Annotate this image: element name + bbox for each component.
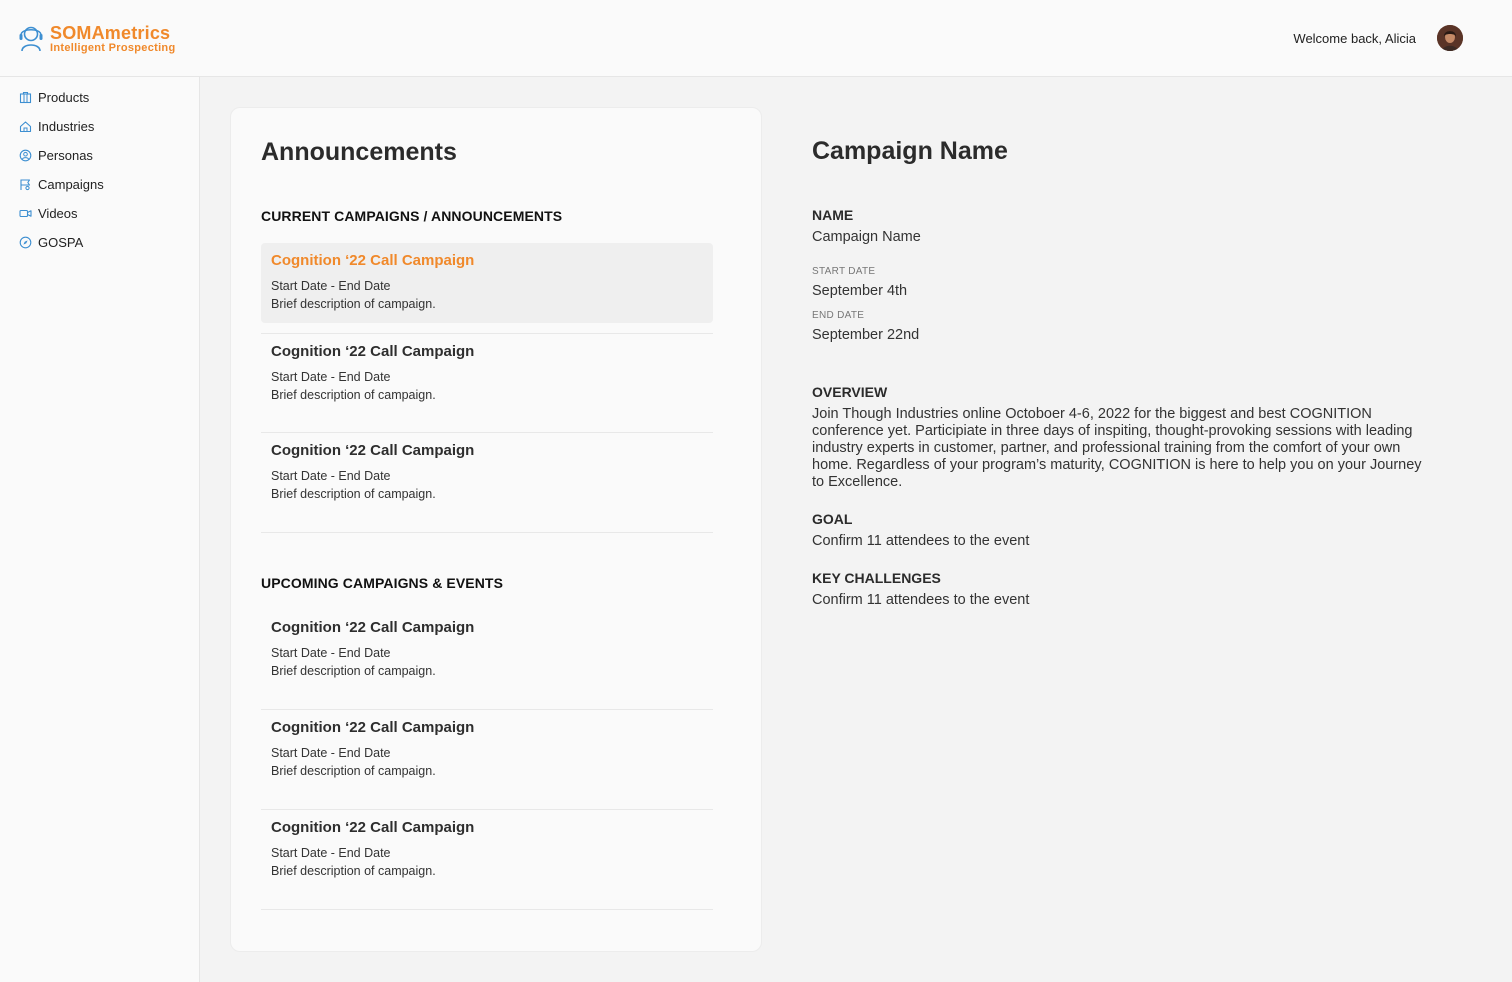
campaign-list-item[interactable]: Cognition ‘22 Call Campaign Start Date -…	[261, 333, 713, 433]
avatar[interactable]	[1437, 25, 1463, 51]
campaign-list-item-selected[interactable]: Cognition ‘22 Call Campaign Start Date -…	[261, 243, 713, 323]
campaign-list-item[interactable]: Cognition ‘22 Call Campaign Start Date -…	[261, 433, 713, 533]
compass-icon	[19, 236, 32, 249]
brand-logo-icon	[19, 26, 43, 52]
welcome-message: Welcome back, Alicia	[1293, 31, 1416, 46]
goal-label: GOAL	[812, 511, 853, 527]
end-date-value: September 22nd	[812, 327, 920, 343]
campaign-description: Brief description of campaign.	[271, 487, 436, 501]
campaign-dates: Start Date - End Date	[271, 279, 391, 293]
campaign-name: Cognition ‘22 Call Campaign	[271, 819, 475, 836]
campaign-name: Cognition ‘22 Call Campaign	[271, 343, 475, 360]
campaign-description: Brief description of campaign.	[271, 388, 436, 402]
sidebar-item-campaigns[interactable]: Campaigns	[0, 170, 199, 199]
announcements-title: Announcements	[261, 138, 457, 166]
sidebar-item-label: Industries	[38, 119, 95, 134]
avatar-image	[1437, 25, 1463, 51]
current-campaigns-heading: CURRENT CAMPAIGNS / ANNOUNCEMENTS	[261, 208, 563, 224]
campaign-dates: Start Date - End Date	[271, 370, 391, 384]
campaign-description: Brief description of campaign.	[271, 864, 436, 878]
sidebar-item-videos[interactable]: Videos	[0, 199, 199, 228]
goal-text: Confirm 11 attendees to the event	[812, 533, 1030, 549]
key-challenges-label: KEY CHALLENGES	[812, 570, 941, 586]
sidebar-item-label: GOSPA	[38, 235, 84, 250]
key-challenges-text: Confirm 11 attendees to the event	[812, 592, 1030, 608]
campaign-dates: Start Date - End Date	[271, 646, 391, 660]
sidebar-item-industries[interactable]: Industries	[0, 112, 199, 141]
top-header: SOMAmetrics Intelligent Prospecting Welc…	[0, 0, 1512, 77]
box-icon	[19, 91, 32, 104]
campaign-description: Brief description of campaign.	[271, 664, 436, 678]
end-date-label: END DATE	[812, 310, 865, 321]
sidebar-item-label: Videos	[38, 206, 78, 221]
campaign-name: Cognition ‘22 Call Campaign	[271, 252, 475, 269]
campaign-name: Cognition ‘22 Call Campaign	[271, 619, 475, 636]
video-camera-icon	[19, 207, 32, 220]
name-label: NAME	[812, 207, 854, 223]
name-value: Campaign Name	[812, 229, 921, 245]
campaign-list-item[interactable]: Cognition ‘22 Call Campaign Start Date -…	[261, 610, 713, 710]
brand-name: SOMAmetrics	[50, 23, 171, 43]
campaign-description: Brief description of campaign.	[271, 764, 436, 778]
campaign-name: Cognition ‘22 Call Campaign	[271, 719, 475, 736]
sidebar: Products Industries Personas Campaigns V…	[0, 77, 200, 982]
campaign-detail-title: Campaign Name	[812, 137, 1008, 165]
start-date-label: START DATE	[812, 266, 876, 277]
overview-text: Join Though Industries online Octoboer 4…	[812, 406, 1422, 490]
sidebar-nav: Products Industries Personas Campaigns V…	[0, 77, 199, 257]
campaign-list-item[interactable]: Cognition ‘22 Call Campaign Start Date -…	[261, 710, 713, 810]
announcements-card: Announcements CURRENT CAMPAIGNS / ANNOUN…	[230, 107, 762, 952]
upcoming-campaigns-list: Cognition ‘22 Call Campaign Start Date -…	[261, 610, 713, 910]
campaign-list-item[interactable]: Cognition ‘22 Call Campaign Start Date -…	[261, 810, 713, 910]
start-date-value: September 4th	[812, 283, 908, 299]
sidebar-item-label: Personas	[38, 148, 93, 163]
sidebar-item-personas[interactable]: Personas	[0, 141, 199, 170]
campaign-description: Brief description of campaign.	[271, 297, 436, 311]
campaign-dates: Start Date - End Date	[271, 846, 391, 860]
overview-label: OVERVIEW	[812, 384, 888, 400]
campaign-dates: Start Date - End Date	[271, 746, 391, 760]
flag-icon	[19, 178, 32, 191]
user-circle-icon	[19, 149, 32, 162]
brand-logo[interactable]: SOMAmetrics Intelligent Prospecting	[18, 24, 175, 54]
sidebar-item-label: Products	[38, 90, 90, 105]
home-icon	[19, 120, 32, 133]
campaign-name: Cognition ‘22 Call Campaign	[271, 442, 475, 459]
sidebar-item-gospa[interactable]: GOSPA	[0, 228, 199, 257]
upcoming-campaigns-heading: UPCOMING CAMPAIGNS & EVENTS	[261, 575, 504, 591]
brand-tagline: Intelligent Prospecting	[50, 42, 176, 54]
sidebar-item-label: Campaigns	[38, 177, 104, 192]
campaign-dates: Start Date - End Date	[271, 469, 391, 483]
sidebar-item-products[interactable]: Products	[0, 83, 199, 112]
current-campaigns-list: Cognition ‘22 Call Campaign Start Date -…	[261, 243, 713, 533]
